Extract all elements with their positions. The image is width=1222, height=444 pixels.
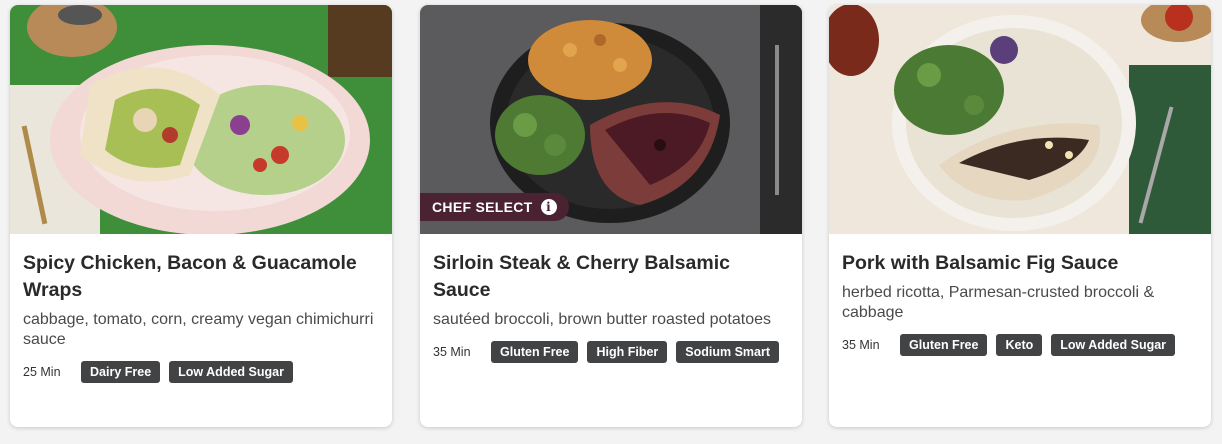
diet-tag: High Fiber <box>587 341 668 363</box>
cook-time: 25 Min <box>23 365 61 379</box>
cook-time: 35 Min <box>842 338 880 352</box>
diet-tags: Gluten Free High Fiber Sodium Smart <box>491 341 780 363</box>
meal-card[interactable]: CHEF SELECT i Sirloin Steak & Cherry Bal… <box>420 5 802 427</box>
chef-select-label: CHEF SELECT <box>432 199 533 215</box>
info-icon[interactable]: i <box>540 199 557 215</box>
meal-title[interactable]: Sirloin Steak & Cherry Balsamic Sauce <box>433 250 789 304</box>
diet-tag: Sodium Smart <box>676 341 780 363</box>
chef-select-badge[interactable]: CHEF SELECT i <box>420 193 569 221</box>
meal-title[interactable]: Pork with Balsamic Fig Sauce <box>842 250 1198 277</box>
meal-card[interactable]: Spicy Chicken, Bacon & Guacamole Wraps c… <box>10 5 392 427</box>
meal-description: herbed ricotta, Parmesan-crusted broccol… <box>842 284 1155 321</box>
meal-photo[interactable] <box>829 5 1211 234</box>
meal-description: sautéed broccoli, brown butter roasted p… <box>433 311 771 328</box>
diet-tags: Dairy Free Low Added Sugar <box>81 361 293 383</box>
diet-tags: Gluten Free Keto Low Added Sugar <box>900 334 1176 356</box>
meal-card[interactable]: Pork with Balsamic Fig Sauce herbed rico… <box>829 5 1211 427</box>
diet-tag: Low Added Sugar <box>169 361 293 383</box>
cook-time: 35 Min <box>433 345 471 359</box>
diet-tag: Gluten Free <box>491 341 579 363</box>
meal-title[interactable]: Spicy Chicken, Bacon & Guacamole Wraps <box>23 250 379 304</box>
meal-description: cabbage, tomato, corn, creamy vegan chim… <box>23 311 374 348</box>
diet-tag: Keto <box>996 334 1043 356</box>
meal-photo[interactable] <box>10 5 392 234</box>
diet-tag: Low Added Sugar <box>1051 334 1176 356</box>
meal-grid: Spicy Chicken, Bacon & Guacamole Wraps c… <box>0 0 1222 444</box>
meal-meta: 35 Min Gluten Free High Fiber Sodium Sma… <box>433 341 789 363</box>
diet-tag: Gluten Free <box>900 334 988 356</box>
meal-meta: 35 Min Gluten Free Keto Low Added Sugar <box>842 334 1198 356</box>
meal-meta: 25 Min Dairy Free Low Added Sugar <box>23 361 379 383</box>
meal-photo[interactable]: CHEF SELECT i <box>420 5 802 234</box>
diet-tag: Dairy Free <box>81 361 161 383</box>
